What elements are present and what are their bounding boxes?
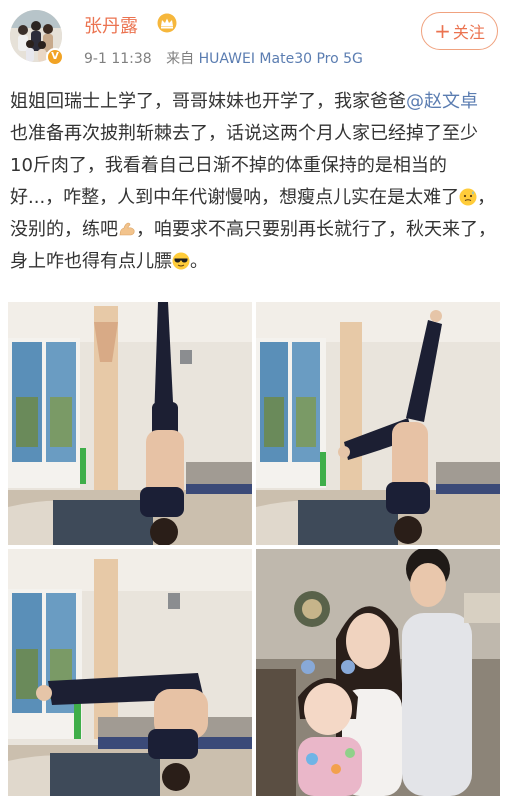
post-photo-1[interactable] xyxy=(8,302,252,545)
plus-icon: + xyxy=(434,19,451,43)
post-text: 姐姐回瑞士上学了，哥哥妹妹也开学了，我家爸爸@赵文卓 也准备再次披荆斩棘去了，话… xyxy=(10,86,498,278)
post-text-part-2: 也准备再次披荆斩棘去了，话说这两个月人家已经掉了至少10斤肉了，我看着自己日渐不… xyxy=(10,123,478,208)
avatar-container[interactable]: V xyxy=(10,10,66,66)
headstand-straight-photo xyxy=(8,302,252,545)
verified-v-badge-icon: V xyxy=(46,48,64,66)
author-name[interactable]: 张丹露 xyxy=(84,12,138,38)
post-photo-2[interactable] xyxy=(256,302,500,545)
flexed-biceps-emoji-icon xyxy=(119,222,135,236)
post-meta: 9-1 11:38 来自 HUAWEI Mate30 Pro 5G xyxy=(84,48,363,68)
yoga-pose-photo xyxy=(8,549,252,796)
device-source: HUAWEI Mate30 Pro 5G xyxy=(198,51,363,67)
post-photo-3[interactable] xyxy=(8,549,252,796)
cold-sweat-emoji-icon xyxy=(459,188,477,206)
post-text-part-5: 。 xyxy=(190,251,208,272)
follow-label: 关注 xyxy=(452,23,485,42)
crown-icon[interactable] xyxy=(156,13,178,33)
source-prefix: 来自 xyxy=(166,51,195,67)
post-timestamp: 9-1 11:38 xyxy=(84,51,152,67)
post-text-part-1: 姐姐回瑞士上学了，哥哥妹妹也开学了，我家爸爸 xyxy=(10,91,406,112)
children-portrait-photo xyxy=(256,549,500,796)
follow-button[interactable]: + 关注 xyxy=(421,12,498,50)
user-mention-link[interactable]: @赵文卓 xyxy=(406,91,478,112)
post-header: V 张丹露 9-1 11:38 来自 HUAWEI Mate30 Pro 5G … xyxy=(0,0,505,72)
post-photo-4[interactable] xyxy=(256,549,500,796)
sunglasses-emoji-icon xyxy=(172,252,190,270)
headstand-split-photo xyxy=(256,302,500,545)
